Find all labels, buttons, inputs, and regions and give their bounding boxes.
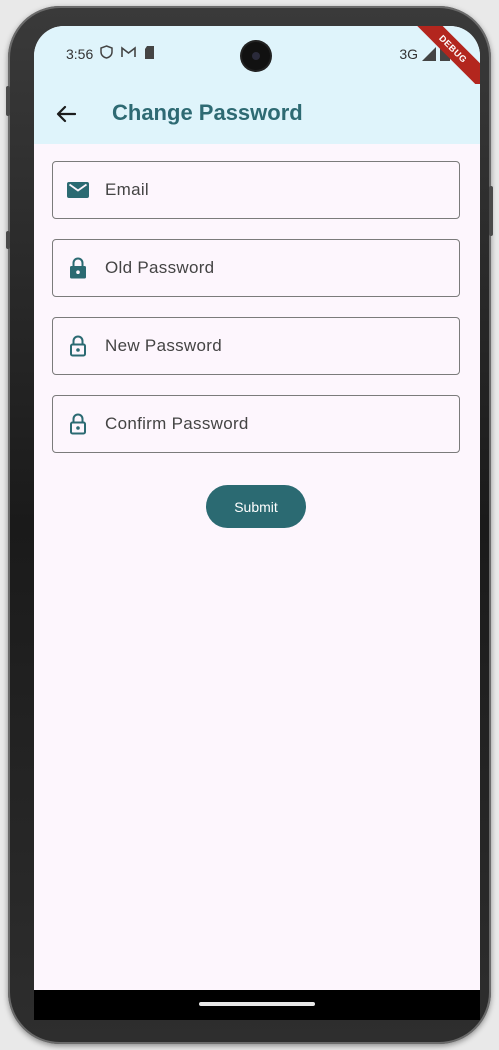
old-password-field[interactable]: Old Password [52, 239, 460, 297]
email-field-placeholder: Email [105, 180, 150, 199]
page-title: Change Password [112, 100, 303, 125]
new-password-field[interactable]: New Password [52, 317, 460, 375]
sim-card-icon [145, 45, 154, 59]
front-camera [242, 42, 270, 70]
lock-filled-icon [67, 257, 89, 279]
status-time: 3:56 [66, 46, 94, 62]
signal-icon [422, 47, 436, 61]
arrow-back-icon [56, 105, 76, 123]
phone-side-button [489, 186, 493, 236]
home-indicator[interactable] [199, 1002, 315, 1006]
phone-side-button [6, 86, 10, 116]
lock-outline-icon [67, 413, 89, 435]
screen: 3:56 3G DEBUG Change Password Email Old … [34, 26, 480, 1016]
back-button[interactable] [48, 96, 84, 132]
email-field[interactable]: Email [52, 161, 460, 219]
status-notification-icons [100, 45, 155, 59]
submit-button[interactable]: Submit [206, 485, 306, 528]
system-navigation-bar [34, 990, 480, 1020]
gmail-icon [121, 46, 136, 57]
lock-outline-icon [67, 335, 89, 357]
old-password-placeholder: Old Password [105, 258, 215, 277]
app-bar: Change Password [34, 84, 480, 144]
network-type-label: 3G [399, 46, 418, 62]
shield-icon [100, 45, 113, 59]
confirm-password-placeholder: Confirm Password [105, 414, 249, 433]
confirm-password-field[interactable]: Confirm Password [52, 395, 460, 453]
new-password-placeholder: New Password [105, 336, 222, 355]
phone-side-button [6, 231, 10, 249]
mail-icon [67, 179, 89, 201]
status-bar: 3:56 3G DEBUG [34, 26, 480, 95]
